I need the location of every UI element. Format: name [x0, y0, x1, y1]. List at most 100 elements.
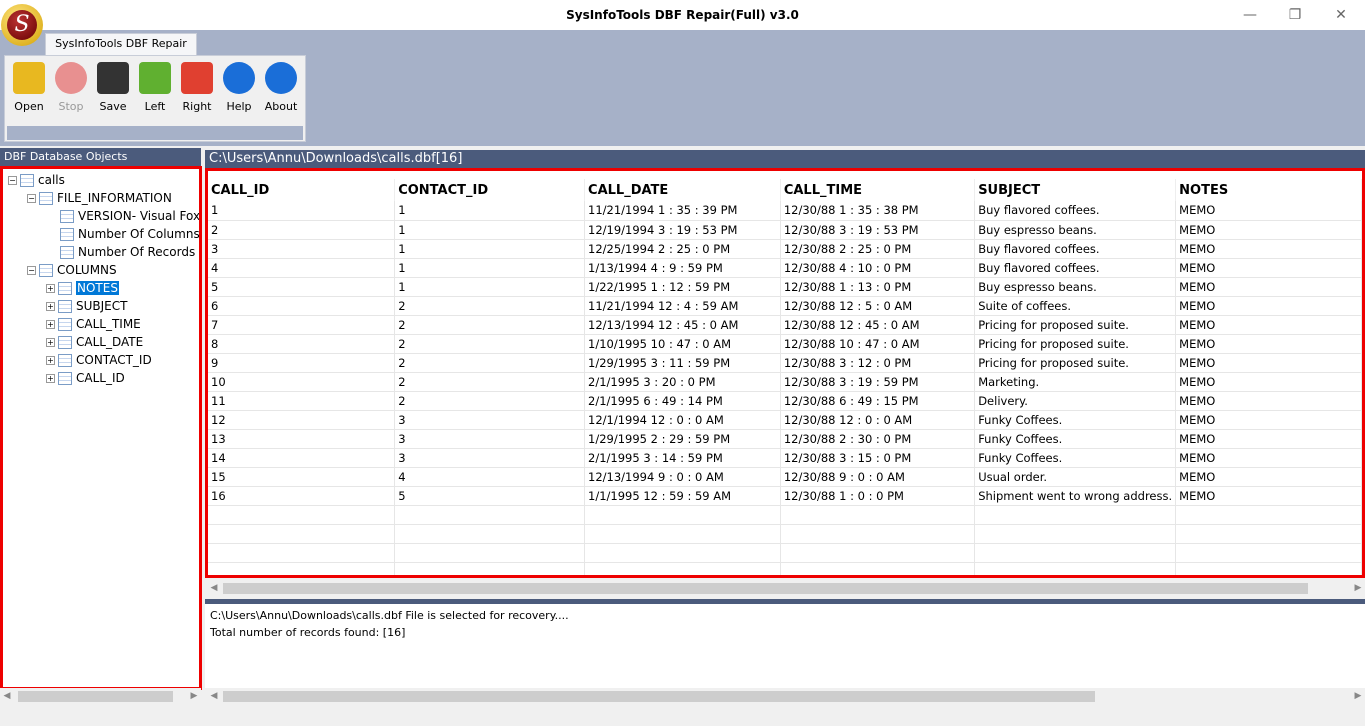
table-row[interactable]: 1 1 11/21/1994 1 : 35 : 39 PM 12/30/88 1 : … [208, 201, 1362, 221]
table-cell: MEMO [1175, 239, 1362, 259]
table-row[interactable]: 8 2 1/10/1995 10 : 47 : 0 AM 12/30/88 10 : … [208, 334, 1362, 354]
empty-cell [1175, 562, 1362, 575]
column-header[interactable]: SUBJECT [974, 179, 1177, 201]
tree-node-calls[interactable]: − calls [8, 171, 65, 189]
table-cell: 1 [394, 239, 586, 259]
table-row[interactable]: 14 3 2/1/1995 3 : 14 : 59 PM 12/30/88 3 : 1… [208, 448, 1362, 468]
table-row[interactable]: 10 2 2/1/1995 3 : 20 : 0 PM 12/30/88 3 : 19… [208, 372, 1362, 392]
table-row[interactable]: 5 1 1/22/1995 1 : 12 : 59 PM 12/30/88 1 : 1… [208, 277, 1362, 297]
tool-help-button[interactable]: Help [218, 60, 260, 118]
table-cell: 16 [208, 486, 396, 506]
ribbon-tab-dbf-repair[interactable]: SysInfoTools DBF Repair [45, 33, 197, 55]
table-row[interactable]: 9 2 1/29/1995 3 : 11 : 59 PM 12/30/88 3 : 1… [208, 353, 1362, 373]
table-icon [58, 372, 72, 385]
app-logo-icon[interactable]: S [1, 4, 43, 46]
table-row[interactable]: 3 1 12/25/1994 2 : 25 : 0 PM 12/30/88 2 : 2… [208, 239, 1362, 259]
tree-node-columns[interactable]: − COLUMNS [27, 261, 117, 279]
expand-icon[interactable]: + [46, 302, 55, 311]
table-row[interactable]: 12 3 12/1/1994 12 : 0 : 0 AM 12/30/88 12 : … [208, 410, 1362, 430]
tree-node-column-contact_id[interactable]: + CONTACT_ID [46, 351, 152, 369]
tree-node-column-call_time[interactable]: + CALL_TIME [46, 315, 141, 333]
tree-node-file-information[interactable]: − FILE_INFORMATION [27, 189, 172, 207]
column-header[interactable]: CONTACT_ID [394, 179, 586, 201]
toolbar: Open Stop Save Left Right Help About [4, 55, 306, 142]
table-cell: MEMO [1175, 486, 1362, 506]
maximize-button[interactable]: ❐ [1280, 4, 1310, 26]
table-icon [58, 336, 72, 349]
table-row[interactable]: 2 1 12/19/1994 3 : 19 : 53 PM 12/30/88 3 : … [208, 220, 1362, 240]
expand-icon[interactable]: + [46, 374, 55, 383]
tool-right-button[interactable]: Right [176, 60, 218, 118]
table-cell: 12/1/1994 12 : 0 : 0 AM [584, 410, 781, 430]
tool-save-button[interactable]: Save [92, 60, 134, 118]
empty-cell [584, 562, 781, 575]
records-grid[interactable]: CALL_ID CONTACT_ID CALL_DATE CALL_TIME SUBJE… [205, 168, 1365, 578]
table-icon [58, 300, 72, 313]
open-database-icon [13, 62, 45, 94]
tree-node-label: FILE_INFORMATION [57, 191, 172, 205]
table-cell: Shipment went to wrong address. [974, 486, 1177, 506]
empty-cell [394, 543, 586, 563]
column-header[interactable]: CALL_ID [208, 179, 396, 201]
tree-horizontal-scrollbar[interactable]: ◀ ▶ [0, 688, 201, 705]
table-row[interactable]: 13 3 1/29/1995 2 : 29 : 59 PM 12/30/88 2 : … [208, 429, 1362, 449]
tool-label: About [264, 100, 298, 113]
tree-node-column-subject[interactable]: + SUBJECT [46, 297, 127, 315]
table-cell: Buy espresso beans. [974, 220, 1177, 240]
tree-node-label: COLUMNS [57, 263, 117, 277]
tool-left-button[interactable]: Left [134, 60, 176, 118]
tool-about-button[interactable]: About [260, 60, 302, 118]
expand-icon[interactable]: + [46, 356, 55, 365]
expand-icon[interactable]: + [46, 320, 55, 329]
table-cell: 4 [208, 258, 396, 278]
table-cell: 12/30/88 4 : 10 : 0 PM [780, 258, 976, 278]
empty-cell [208, 505, 396, 525]
tree-node-file-item[interactable]: Number Of Records 16 [60, 243, 199, 261]
column-header[interactable]: NOTES [1175, 179, 1362, 201]
empty-cell [394, 505, 586, 525]
table-row[interactable]: 6 2 11/21/1994 12 : 4 : 59 AM 12/30/88 12 :… [208, 296, 1362, 316]
close-button[interactable]: ✕ [1326, 4, 1356, 26]
log-line: C:\Users\Annu\Downloads\calls.dbf File i… [210, 609, 569, 622]
expand-icon[interactable]: + [46, 284, 55, 293]
arrow-right-table-icon [181, 62, 213, 94]
minimize-button[interactable]: — [1235, 4, 1265, 26]
table-row[interactable]: 15 4 12/13/1994 9 : 0 : 0 AM 12/30/88 9 : 0… [208, 467, 1362, 487]
tree-node-column-notes[interactable]: + NOTES [46, 279, 119, 297]
table-row[interactable]: 4 1 1/13/1994 4 : 9 : 59 PM 12/30/88 4 : 10… [208, 258, 1362, 278]
info-icon [265, 62, 297, 94]
table-cell: 2 [394, 391, 586, 411]
database-objects-tree[interactable]: − calls − FILE_INFORMATION VERSION- Visual F… [0, 166, 202, 690]
expand-icon[interactable]: + [46, 338, 55, 347]
table-cell: MEMO [1175, 410, 1362, 430]
tool-open-button[interactable]: Open [8, 60, 50, 118]
table-row[interactable]: 16 5 1/1/1995 12 : 59 : 59 AM 12/30/88 1 : … [208, 486, 1362, 506]
empty-cell [584, 505, 781, 525]
collapse-icon[interactable]: − [27, 194, 36, 203]
tree-node-label: NOTES [76, 281, 119, 295]
column-header[interactable]: CALL_TIME [780, 179, 976, 201]
table-cell: 12/30/88 12 : 0 : 0 AM [780, 410, 976, 430]
table-cell: Buy flavored coffees. [974, 258, 1177, 278]
tree-node-file-item[interactable]: Number Of Columns [60, 225, 199, 243]
table-cell: Pricing for proposed suite. [974, 334, 1177, 354]
collapse-icon[interactable]: − [27, 266, 36, 275]
tree-node-file-item[interactable]: VERSION- Visual FoxPro [60, 207, 199, 225]
table-row[interactable]: 11 2 2/1/1995 6 : 49 : 14 PM 12/30/88 6 : 4… [208, 391, 1362, 411]
table-cell: 1/10/1995 10 : 47 : 0 AM [584, 334, 781, 354]
tree-node-column-call_date[interactable]: + CALL_DATE [46, 333, 143, 351]
table-cell: Pricing for proposed suite. [974, 353, 1177, 373]
tree-node-column-call_id[interactable]: + CALL_ID [46, 369, 125, 387]
table-row[interactable]: 7 2 12/13/1994 12 : 45 : 0 AM 12/30/88 12 :… [208, 315, 1362, 335]
empty-row [208, 524, 1362, 544]
table-cell: 5 [208, 277, 396, 297]
table-cell: 12/30/88 3 : 19 : 53 PM [780, 220, 976, 240]
table-cell: MEMO [1175, 258, 1362, 278]
column-header[interactable]: CALL_DATE [584, 179, 781, 201]
table-cell: MEMO [1175, 372, 1362, 392]
log-horizontal-scrollbar[interactable]: ◀ ▶ [205, 688, 1365, 705]
tool-stop-button[interactable]: Stop [50, 60, 92, 118]
collapse-icon[interactable]: − [8, 176, 17, 185]
table-cell: 2 [208, 220, 396, 240]
grid-horizontal-scrollbar[interactable]: ◀ ▶ [205, 580, 1365, 597]
